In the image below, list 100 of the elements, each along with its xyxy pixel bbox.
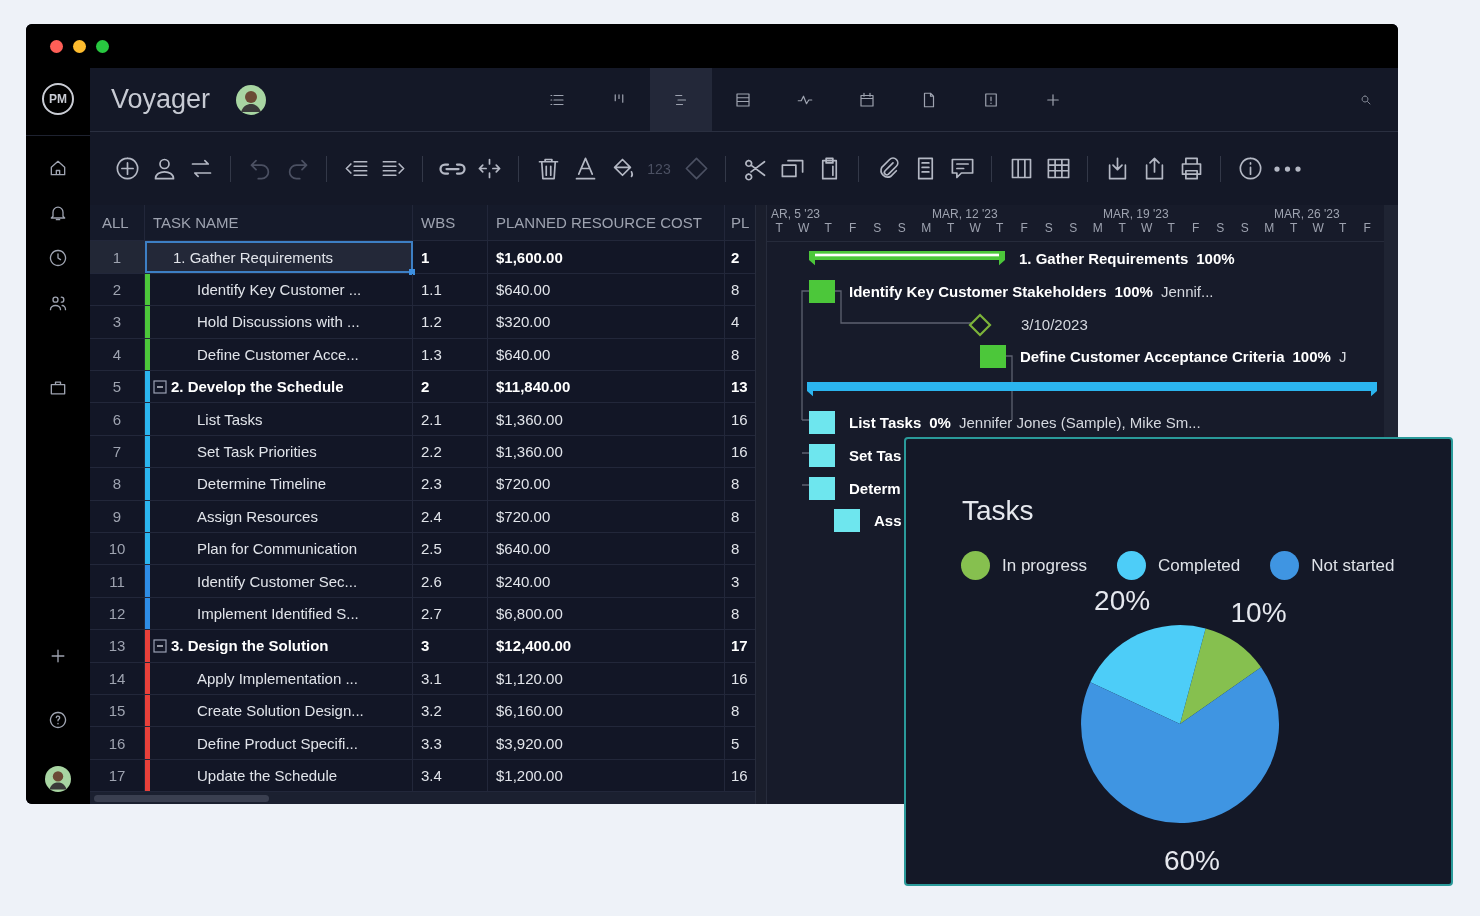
- collapse-icon[interactable]: [153, 379, 167, 394]
- task-name[interactable]: Determine Timeline: [197, 475, 327, 493]
- task-name[interactable]: Apply Implementation ...: [197, 669, 358, 687]
- day-label: M: [1263, 221, 1276, 237]
- close-window-button[interactable]: [50, 39, 63, 53]
- cost-cell: $1,200.00: [488, 759, 725, 792]
- task-bar[interactable]: [834, 509, 860, 533]
- cost-cell: $11,840.00: [488, 370, 725, 403]
- milestone-date: 3/10/2023: [1020, 315, 1088, 333]
- splitter-handle[interactable]: [755, 205, 767, 804]
- task-name[interactable]: Define Product Specifi...: [197, 734, 358, 752]
- task-name[interactable]: 3. Design the Solution: [171, 637, 329, 655]
- day-label: W: [1311, 221, 1325, 237]
- table-cell-text: 8: [730, 539, 741, 560]
- table-cell-text: 5: [730, 733, 741, 754]
- cost-cell: $320.00: [488, 306, 725, 338]
- day-label: T: [1117, 221, 1127, 237]
- task-name[interactable]: Define Customer Acce...: [197, 345, 359, 363]
- scrollbar-thumb[interactable]: [94, 794, 269, 802]
- wbs-cell: 2.3: [413, 468, 488, 500]
- day-label: F: [848, 221, 858, 237]
- cost-cell: $3,920.00: [488, 727, 725, 759]
- task-name[interactable]: Implement Identified S...: [197, 605, 359, 622]
- cost-cell: $1,600.00: [488, 241, 725, 273]
- table-cell-text: 8: [730, 506, 741, 527]
- week-label: MAR, 19 '23: [1103, 207, 1169, 221]
- task-name[interactable]: Identify Customer Sec...: [197, 572, 358, 590]
- task-name[interactable]: Update the Schedule: [197, 767, 338, 785]
- week-label: MAR, 26 '23: [1274, 207, 1340, 221]
- table-cell-text: 4: [730, 312, 741, 333]
- day-label: S: [1239, 221, 1250, 237]
- task-name[interactable]: Assign Resources: [197, 507, 318, 525]
- cost-cell: $12,400.00: [488, 630, 725, 662]
- table-cell-text: 8: [730, 701, 741, 722]
- resize-handle[interactable]: [409, 268, 415, 275]
- avatar-icon[interactable]: [45, 766, 71, 792]
- cost-cell: $6,160.00: [488, 695, 725, 727]
- table-cell-text: 13: [730, 377, 749, 398]
- task-name[interactable]: Hold Discussions with ...: [197, 313, 360, 331]
- table-cell-text: 8: [730, 474, 741, 495]
- wbs-cell: 2.6: [413, 565, 488, 597]
- zoom-window-button[interactable]: [96, 39, 109, 53]
- summary-bar[interactable]: [809, 251, 1005, 267]
- task-bar[interactable]: [809, 476, 835, 500]
- day-label: T: [1289, 221, 1299, 237]
- value-label: 10%: [1230, 596, 1287, 628]
- sheet-icon[interactable]: [734, 90, 753, 109]
- day-label: S: [896, 221, 907, 237]
- wbs-cell: 1.1: [413, 273, 488, 306]
- wbs-cell: 2.5: [413, 533, 488, 565]
- task-label: Define Customer Acceptance Criteria 100% J: [1020, 348, 1347, 366]
- wbs-cell: 1.3: [413, 338, 488, 370]
- task-name[interactable]: 2. Develop the Schedule: [171, 378, 344, 396]
- more-icon[interactable]: [1273, 165, 1301, 172]
- day-label: W: [968, 221, 982, 237]
- cost-cell: $1,360.00: [488, 403, 725, 435]
- week-label: MAR, 12 '23: [932, 207, 998, 221]
- legend-label: Completed: [1158, 555, 1241, 576]
- task-name[interactable]: Create Solution Design...: [197, 702, 364, 720]
- cost-cell: $6,800.00: [488, 597, 725, 630]
- task-bar[interactable]: [809, 443, 835, 467]
- task-name[interactable]: List Tasks: [197, 410, 263, 428]
- milestone-icon[interactable]: [968, 312, 992, 337]
- summary-bar[interactable]: [807, 382, 1377, 399]
- minimize-window-button[interactable]: [73, 39, 86, 53]
- day-label: M: [1091, 221, 1104, 237]
- app-logo[interactable]: PM: [42, 83, 74, 115]
- task-bar[interactable]: [809, 279, 835, 303]
- cost-cell: $720.00: [488, 468, 725, 500]
- table-cell-text: 16: [730, 766, 749, 787]
- table-cell-text: 3: [730, 571, 741, 592]
- legend-label: Not started: [1311, 555, 1395, 576]
- day-label: T: [1166, 221, 1176, 237]
- wbs-cell: 2.4: [413, 500, 488, 532]
- table-cell-text: 17: [730, 636, 749, 657]
- table-cell-text: 16: [730, 441, 749, 462]
- column-header: PL: [730, 213, 751, 234]
- table-cell-text: 8: [730, 604, 741, 624]
- task-bar[interactable]: [980, 345, 1006, 369]
- task-name[interactable]: Plan for Communication: [197, 540, 358, 558]
- task-label: Determ: [849, 479, 901, 497]
- day-label: T: [823, 221, 833, 237]
- legend-label: In progress: [1002, 555, 1088, 576]
- day-label: T: [995, 221, 1005, 237]
- avatar-icon[interactable]: [236, 84, 267, 115]
- cost-cell: $240.00: [488, 565, 725, 597]
- wbs-cell: 2.7: [413, 597, 488, 630]
- wbs-cell: 2.1: [413, 403, 488, 435]
- wbs-cell: 3: [413, 630, 488, 662]
- task-name[interactable]: Set Task Priorities: [197, 442, 317, 460]
- value-label: 60%: [1163, 845, 1220, 877]
- collapse-icon[interactable]: [153, 638, 167, 653]
- task-name[interactable]: Identify Key Customer ...: [197, 280, 362, 298]
- calendar-icon[interactable]: [858, 90, 877, 109]
- wbs-cell: 3.2: [413, 695, 488, 727]
- wbs-cell: 3.3: [413, 727, 488, 759]
- link-icon[interactable]: [438, 162, 466, 175]
- day-label: T: [774, 221, 784, 237]
- value-label: 20%: [1094, 584, 1151, 616]
- task-label: List Tasks 0% Jennifer Jones (Sample), Mike Sm...: [849, 414, 1201, 431]
